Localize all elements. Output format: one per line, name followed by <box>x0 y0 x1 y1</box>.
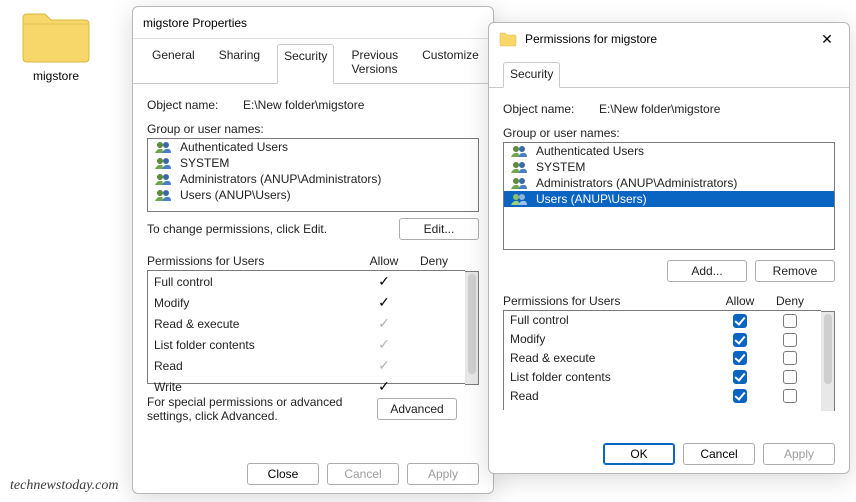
body: Object name: E:\New folder\migstore Grou… <box>133 84 493 423</box>
check-icon: ✓ <box>378 378 390 394</box>
watermark: technewstoday.com <box>10 478 118 494</box>
list-item: SYSTEM <box>504 159 834 175</box>
object-name-label: Object name: <box>503 102 583 116</box>
users-icon <box>510 144 530 158</box>
col-allow: Allow <box>715 294 765 308</box>
list-item: Users (ANUP\Users) <box>148 187 478 203</box>
object-name-value: E:\New folder\migstore <box>243 98 364 112</box>
list-item: SYSTEM <box>148 155 478 171</box>
users-icon <box>154 172 174 186</box>
tab-sharing[interactable]: Sharing <box>212 43 267 83</box>
tab-strip: Security <box>489 55 849 88</box>
group-label: Group or user names: <box>147 122 479 136</box>
users-icon <box>510 176 530 190</box>
window-title: Permissions for migstore <box>525 32 657 46</box>
list-item: Authenticated Users <box>504 143 834 159</box>
users-icon <box>154 156 174 170</box>
advanced-button[interactable]: Advanced <box>377 398 457 420</box>
apply-button[interactable]: Apply <box>407 463 479 485</box>
special-hint: For special permissions or advanced sett… <box>147 395 377 423</box>
check-icon: ✓ <box>378 315 390 331</box>
tab-previous-versions[interactable]: Previous Versions <box>344 43 405 83</box>
titlebar[interactable]: migstore Properties <box>133 7 493 39</box>
group-listbox[interactable]: Authenticated Users SYSTEM Administrator… <box>503 142 835 250</box>
cancel-button[interactable]: Cancel <box>327 463 399 485</box>
group-listbox[interactable]: Authenticated Users SYSTEM Administrator… <box>147 138 479 212</box>
deny-checkbox[interactable] <box>783 370 797 384</box>
tab-security[interactable]: Security <box>277 44 334 84</box>
permissions-window: Permissions for migstore ✕ Security Obje… <box>488 22 850 474</box>
check-icon: ✓ <box>378 294 390 310</box>
close-button[interactable]: Close <box>247 463 319 485</box>
change-hint: To change permissions, click Edit. <box>147 222 399 236</box>
body: Object name: E:\New folder\migstore Grou… <box>489 88 849 411</box>
tab-strip: General Sharing Security Previous Versio… <box>133 39 493 84</box>
edit-button[interactable]: Edit... <box>399 218 479 240</box>
close-icon[interactable]: ✕ <box>815 31 839 48</box>
scrollbar[interactable] <box>465 271 479 385</box>
properties-window: migstore Properties General Sharing Secu… <box>132 6 494 494</box>
users-icon <box>510 192 530 206</box>
list-item: Authenticated Users <box>148 139 478 155</box>
deny-checkbox[interactable] <box>783 314 797 328</box>
scrollbar[interactable] <box>821 311 835 411</box>
add-button[interactable]: Add... <box>667 260 747 282</box>
tab-security[interactable]: Security <box>503 62 560 88</box>
remove-button[interactable]: Remove <box>755 260 835 282</box>
col-deny: Deny <box>765 294 815 308</box>
col-allow: Allow <box>359 254 409 268</box>
deny-checkbox[interactable] <box>783 389 797 403</box>
check-icon: ✓ <box>378 336 390 352</box>
list-item: Users (ANUP\Users) <box>504 191 834 207</box>
desktop-folder-label: migstore <box>6 69 106 83</box>
deny-checkbox[interactable] <box>783 333 797 347</box>
permissions-table: Full control Modify Read & execute List … <box>503 310 821 410</box>
group-label: Group or user names: <box>503 126 835 140</box>
titlebar[interactable]: Permissions for migstore ✕ <box>489 23 849 55</box>
permissions-table: Full control✓ Modify✓ Read & execute✓ Li… <box>147 270 465 384</box>
object-name-label: Object name: <box>147 98 227 112</box>
desktop-folder[interactable]: migstore <box>6 8 106 83</box>
allow-checkbox[interactable] <box>733 351 747 365</box>
allow-checkbox[interactable] <box>733 389 747 403</box>
ok-button[interactable]: OK <box>603 443 675 465</box>
list-item: Administrators (ANUP\Administrators) <box>504 175 834 191</box>
users-icon <box>154 140 174 154</box>
cancel-button[interactable]: Cancel <box>683 443 755 465</box>
check-icon: ✓ <box>378 273 390 289</box>
folder-icon <box>499 30 517 48</box>
window-title: migstore Properties <box>143 16 247 30</box>
apply-button[interactable]: Apply <box>763 443 835 465</box>
footer: Close Cancel Apply <box>133 463 493 485</box>
tab-general[interactable]: General <box>145 43 202 83</box>
allow-checkbox[interactable] <box>733 314 747 328</box>
folder-icon <box>21 8 91 63</box>
tab-customize[interactable]: Customize <box>415 43 486 83</box>
perm-header: Permissions for Users <box>147 254 359 268</box>
list-item: Administrators (ANUP\Administrators) <box>148 171 478 187</box>
perm-header: Permissions for Users <box>503 294 715 308</box>
users-icon <box>154 188 174 202</box>
col-deny: Deny <box>409 254 459 268</box>
check-icon: ✓ <box>378 357 390 373</box>
footer: OK Cancel Apply <box>489 443 849 465</box>
allow-checkbox[interactable] <box>733 333 747 347</box>
object-name-value: E:\New folder\migstore <box>599 102 720 116</box>
deny-checkbox[interactable] <box>783 351 797 365</box>
allow-checkbox[interactable] <box>733 370 747 384</box>
users-icon <box>510 160 530 174</box>
